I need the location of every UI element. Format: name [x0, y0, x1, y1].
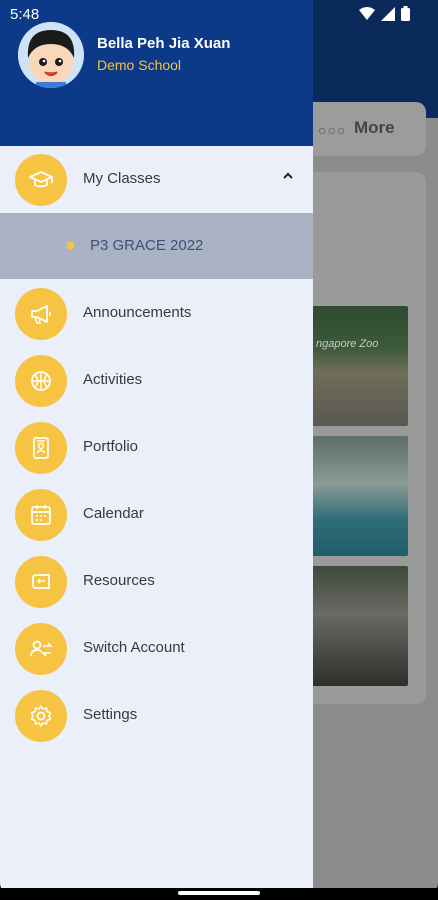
battery-icon [401, 6, 410, 21]
class-item-p3-grace-2022[interactable]: P3 GRACE 2022 [0, 213, 313, 279]
menu-item-label: Settings [83, 706, 138, 723]
menu-item-announcements[interactable]: Announcements [0, 283, 313, 345]
menu-item-calendar[interactable]: Calendar [0, 484, 313, 546]
calendar-icon [15, 489, 67, 541]
graduation-cap-icon [15, 154, 67, 206]
wifi-icon [359, 6, 375, 20]
bullet-icon [67, 242, 74, 249]
kid-avatar-icon [18, 22, 84, 88]
menu-item-my-classes[interactable]: My Classes [0, 149, 313, 211]
home-gesture-bar[interactable] [178, 891, 260, 895]
chevron-up-icon[interactable] [281, 169, 295, 183]
settings-icon [15, 690, 67, 742]
menu-item-label: My Classes [83, 170, 161, 187]
menu-item-label: Activities [83, 371, 143, 388]
status-time: 5:48 [10, 6, 40, 23]
menu-item-label: Portfolio [83, 438, 139, 455]
menu-item-label: Announcements [83, 304, 192, 321]
menu-item-portfolio[interactable]: Portfolio [0, 417, 313, 479]
status-bar: 5:48 [0, 0, 438, 28]
navigation-drawer: Bella Peh Jia Xuan Demo School My Classe… [0, 0, 313, 888]
more-button[interactable]: ○○○ More [300, 102, 426, 156]
menu-item-activities[interactable]: Activities [0, 350, 313, 412]
avatar[interactable] [18, 22, 84, 88]
user-name: Bella Peh Jia Xuan [97, 35, 231, 52]
portfolio-icon [15, 422, 67, 474]
class-item-label: P3 GRACE 2022 [90, 237, 204, 254]
megaphone-icon [15, 288, 67, 340]
menu-item-label: Switch Account [83, 639, 185, 656]
feed-photo[interactable] [312, 436, 408, 556]
more-dots-icon: ○○○ [318, 122, 347, 138]
school-name: Demo School [97, 57, 182, 73]
switch-account-icon [15, 623, 67, 675]
signal-icon [381, 6, 395, 21]
resources-icon [15, 556, 67, 608]
photo-sign-text: ngapore Zoo [316, 338, 379, 350]
feed-photo[interactable] [312, 566, 408, 686]
menu-item-settings[interactable]: Settings [0, 685, 313, 747]
basketball-icon [15, 355, 67, 407]
feed-photo[interactable]: ngapore Zoo [312, 306, 408, 426]
menu-item-label: Resources [83, 572, 155, 589]
menu-item-label: Calendar [83, 505, 144, 522]
more-label: More [354, 118, 395, 137]
menu-item-switch-account[interactable]: Switch Account [0, 618, 313, 680]
menu-item-resources[interactable]: Resources [0, 551, 313, 613]
screen: ○○○ More ngapore Zoo 5:48 Bella Peh Jia … [0, 0, 438, 900]
